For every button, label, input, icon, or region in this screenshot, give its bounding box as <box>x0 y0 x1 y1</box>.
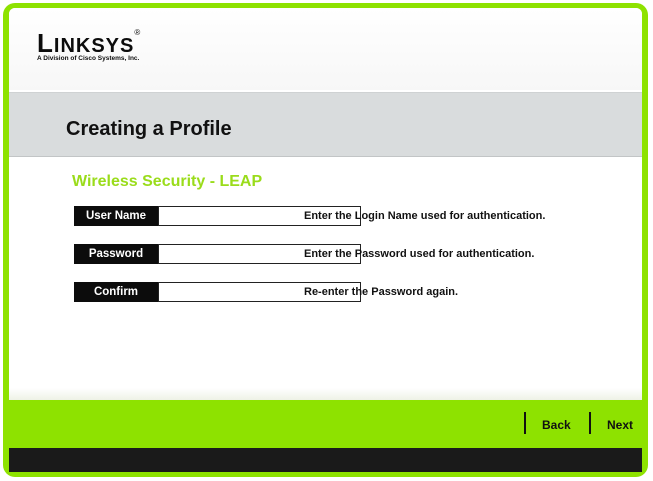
password-label: Password <box>74 244 158 264</box>
footer-bar: Back Next <box>9 400 642 448</box>
title-band: Creating a Profile <box>9 92 642 157</box>
logo-area: LINKSYS® A Division of Cisco Systems, In… <box>9 8 642 90</box>
next-separator <box>589 412 591 434</box>
next-button[interactable]: Next <box>607 418 633 432</box>
password-row: Password Enter the Password used for aut… <box>74 244 642 266</box>
footer-divider <box>9 388 642 400</box>
bottom-bar <box>9 448 642 472</box>
back-separator <box>524 412 526 434</box>
password-help: Enter the Password used for authenticati… <box>304 248 535 260</box>
user-name-help: Enter the Login Name used for authentica… <box>304 210 546 222</box>
back-button[interactable]: Back <box>542 418 571 432</box>
logo-tagline: A Division of Cisco Systems, Inc. <box>37 55 140 62</box>
confirm-help: Re-enter the Password again. <box>304 286 459 298</box>
user-name-row: User Name Enter the Login Name used for … <box>74 206 642 228</box>
wizard-panel: LINKSYS® A Division of Cisco Systems, In… <box>9 8 642 472</box>
user-name-label: User Name <box>74 206 158 226</box>
confirm-label: Confirm <box>74 282 158 302</box>
confirm-row: Confirm Re-enter the Password again. <box>74 282 642 304</box>
wizard-frame: LINKSYS® A Division of Cisco Systems, In… <box>3 3 648 477</box>
section-title: Wireless Security - LEAP <box>72 173 263 190</box>
page-title: Creating a Profile <box>66 118 232 140</box>
